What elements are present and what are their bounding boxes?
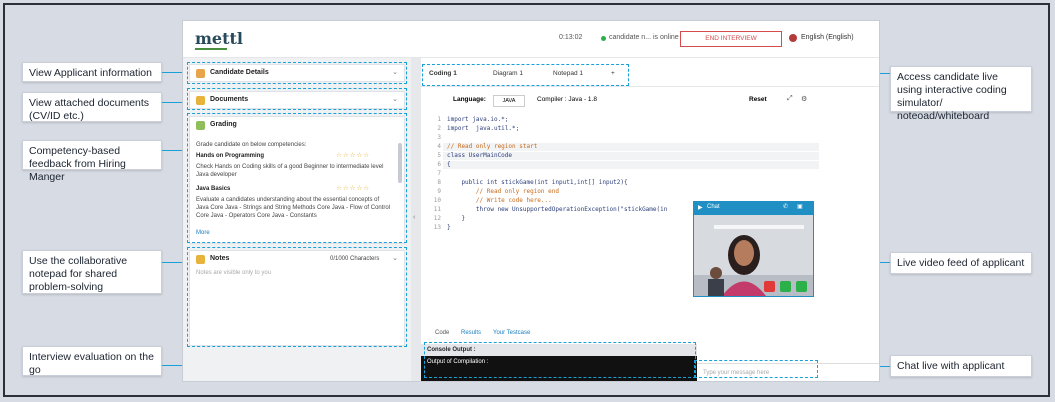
code-text: throw new UnsupportedOperationException(… <box>447 206 668 213</box>
highlight-candidate-details <box>187 62 407 84</box>
code-text: class UserMainCode <box>447 152 513 159</box>
code-line[interactable]: 8 public int stickGame(int input1,int[] … <box>421 179 879 187</box>
expand-icon[interactable]: ⤢ <box>787 95 793 103</box>
compiler-label: Compiler : Java - 1.8 <box>537 96 597 103</box>
callout-view-applicant: View Applicant information <box>22 62 162 82</box>
line-number: 10 <box>433 197 441 204</box>
callout-evaluation: Interview evaluation on the go <box>22 346 162 376</box>
chevron-left-icon: ‹ <box>413 214 416 221</box>
line-number: 6 <box>437 161 441 168</box>
tab-results[interactable]: Results <box>461 330 481 336</box>
callout-access-candidate: Access candidate live using interactive … <box>890 66 1032 122</box>
callout-view-documents: View attached documents (CV/ID etc.) <box>22 92 162 122</box>
code-text: import java.io.*; <box>447 116 509 123</box>
tab-code[interactable]: Code <box>435 330 449 336</box>
collapse-handle[interactable]: ‹ <box>411 58 421 381</box>
camera-toggle-button[interactable] <box>796 281 807 292</box>
editor-toolbar: Language: JAVA Compiler : Java - 1.8 Res… <box>421 94 879 108</box>
highlight-tabs <box>422 64 629 86</box>
line-number: 11 <box>433 206 441 213</box>
highlight-documents <box>187 88 407 110</box>
highlight-grading <box>187 113 407 243</box>
code-text: // Write code here... <box>447 197 552 204</box>
line-number: 1 <box>437 116 441 123</box>
video-camera-icon: ▶ <box>698 205 703 211</box>
callout-chat-live: Chat live with applicant <box>890 355 1032 377</box>
line-number: 9 <box>437 188 441 195</box>
mute-button[interactable] <box>780 281 791 292</box>
code-line[interactable]: 4 // Read only region start <box>421 143 879 151</box>
code-line[interactable]: 3 <box>421 134 879 142</box>
line-number: 12 <box>433 215 441 222</box>
readonly-highlight <box>443 161 819 169</box>
line-number: 7 <box>437 170 441 177</box>
code-line[interactable]: 9 // Read only region end <box>421 188 879 196</box>
code-text: public int stickGame(int input1,int[] in… <box>447 179 628 186</box>
highlight-chat <box>694 360 818 378</box>
code-line[interactable]: 5 class UserMainCode <box>421 152 879 160</box>
callout-competency: Competency-based feedback from Hiring Ma… <box>22 140 162 183</box>
language-flag-icon <box>789 34 797 42</box>
code-text: // Read only region start <box>447 143 538 150</box>
candidate-status: candidate n... is online <box>609 34 679 41</box>
line-number: 8 <box>437 179 441 186</box>
code-text: { <box>447 161 451 168</box>
line-number: 4 <box>437 143 441 150</box>
logo-underline <box>195 48 227 50</box>
line-number: 2 <box>437 125 441 132</box>
video-title: Chat <box>707 204 720 210</box>
logo: mettl <box>195 29 243 48</box>
callout-notepad: Use the collaborative notepad for shared… <box>22 250 162 294</box>
settings-icon[interactable]: ⚙ <box>801 95 807 103</box>
end-interview-button[interactable]: END INTERVIEW <box>680 31 782 47</box>
callout-live-video: Live video feed of applicant <box>890 252 1032 274</box>
highlight-console <box>424 342 696 378</box>
code-line[interactable]: 1 import java.io.*; <box>421 116 879 124</box>
tab-testcase[interactable]: Your Testcase <box>493 330 530 336</box>
language-select[interactable]: English (English) <box>801 34 854 41</box>
language-label: Language: <box>453 96 486 103</box>
code-text: import java.util.*; <box>447 125 520 132</box>
print-icon[interactable]: ▣ <box>797 203 803 210</box>
code-line[interactable]: 7 <box>421 170 879 178</box>
line-number: 13 <box>433 224 441 231</box>
code-text: } <box>447 215 466 222</box>
language-dropdown[interactable]: JAVA <box>493 95 525 107</box>
video-header: ▶ Chat ✆ ▣ <box>693 201 814 215</box>
code-text: // Read only region end <box>447 188 559 195</box>
highlight-notes <box>187 247 407 347</box>
code-line[interactable]: 6{ <box>421 161 879 169</box>
output-tabs: Code Results Your Testcase <box>421 328 879 340</box>
online-status-icon <box>601 36 606 41</box>
top-bar: mettl 0:13:02 candidate n... is online E… <box>183 21 879 58</box>
video-widget: ▶ Chat ✆ ▣ <box>693 201 814 297</box>
end-call-button[interactable] <box>764 281 775 292</box>
code-text: } <box>447 224 451 231</box>
phone-icon[interactable]: ✆ <box>783 203 788 210</box>
line-number: 5 <box>437 152 441 159</box>
timer: 0:13:02 <box>559 34 583 41</box>
reset-button[interactable]: Reset <box>749 96 767 103</box>
line-number: 3 <box>437 134 441 141</box>
applicant-video-feed <box>694 215 813 296</box>
code-line[interactable]: 2 import java.util.*; <box>421 125 879 133</box>
